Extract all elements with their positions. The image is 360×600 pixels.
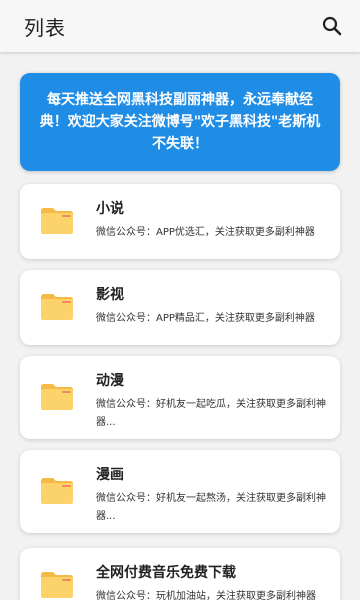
folder-icon — [41, 208, 73, 234]
announcement-banner: 每天推送全网黑科技副丽神器，永远奉献经典！欢迎大家关注微博号"欢子黑科技"老斯机… — [20, 73, 340, 171]
folder-icon — [41, 478, 73, 504]
app-bar: 列表 — [0, 0, 360, 52]
item-title: 小说 — [96, 201, 124, 217]
item-title: 影视 — [96, 287, 124, 303]
banner-text: 每天推送全网黑科技副丽神器，永远奉献经典！欢迎大家关注微博号"欢子黑科技"老斯机… — [39, 92, 321, 152]
list-content[interactable]: 每天推送全网黑科技副丽神器，永远奉献经典！欢迎大家关注微博号"欢子黑科技"老斯机… — [0, 52, 360, 600]
folder-icon — [41, 294, 73, 320]
item-description: 微信公众号：玩机加油站，关注获取更多副利神器 — [96, 591, 316, 600]
list-item-novel[interactable]: 小说 微信公众号：APP优选汇，关注获取更多副利神器 — [20, 184, 340, 259]
item-title: 全网付费音乐免费下载 — [96, 565, 236, 581]
list-item-comics[interactable]: 漫画 微信公众号：好机友一起熬汤，关注获取更多副利神器... — [20, 450, 340, 533]
item-description: 微信公众号：APP精品汇，关注获取更多副利神器 — [96, 313, 315, 324]
list-item-music[interactable]: 全网付费音乐免费下载 微信公众号：玩机加油站，关注获取更多副利神器 — [20, 548, 340, 600]
folder-icon — [41, 384, 73, 410]
folder-icon — [41, 572, 73, 598]
list-item-video[interactable]: 影视 微信公众号：APP精品汇，关注获取更多副利神器 — [20, 270, 340, 345]
item-description: 微信公众号：APP优选汇，关注获取更多副利神器 — [96, 227, 315, 238]
search-button[interactable] — [318, 12, 346, 40]
item-description: 微信公众号：好机友一起吃瓜，关注获取更多副利神器... — [96, 399, 326, 428]
page-title: 列表 — [24, 16, 66, 40]
search-icon — [322, 16, 342, 36]
list-item-anime[interactable]: 动漫 微信公众号：好机友一起吃瓜，关注获取更多副利神器... — [20, 356, 340, 439]
item-title: 漫画 — [96, 467, 124, 483]
item-description: 微信公众号：好机友一起熬汤，关注获取更多副利神器... — [96, 493, 326, 522]
item-title: 动漫 — [96, 373, 124, 389]
